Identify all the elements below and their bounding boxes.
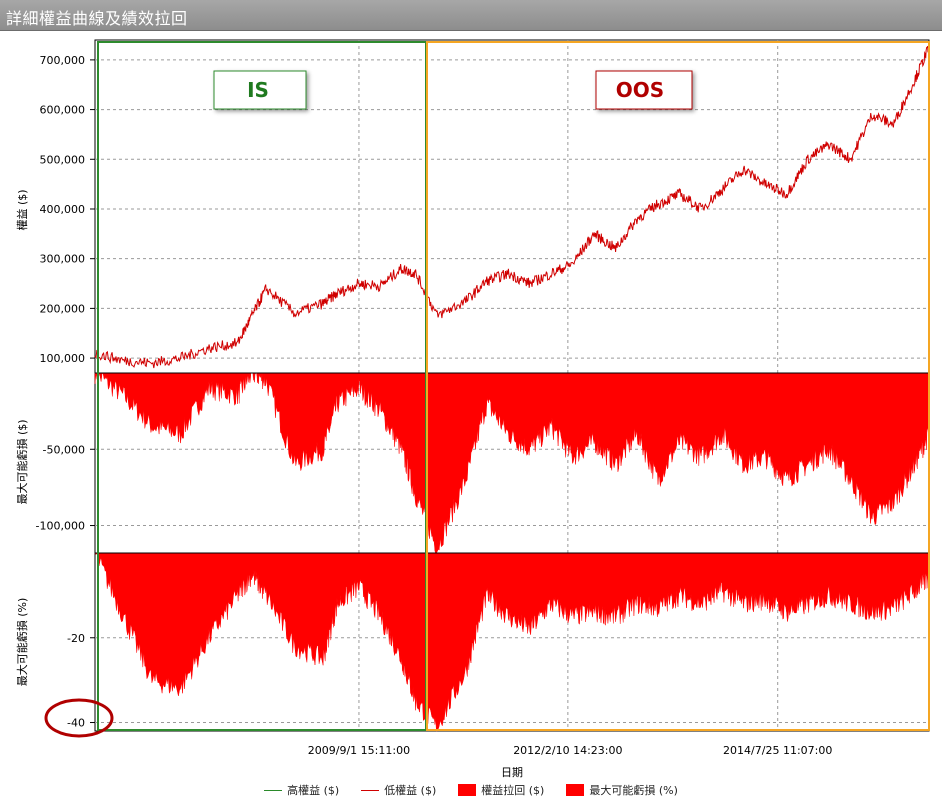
legend-swatch-max-drawdown-pct	[566, 784, 585, 796]
legend-swatch-low-equity	[361, 789, 380, 791]
y-tick-label: -40	[67, 717, 85, 730]
oos-label: OOS	[616, 78, 664, 102]
legend-label-low-equity: 低權益 ($)	[384, 784, 437, 797]
legend-label-high-equity: 高權益 ($)	[287, 784, 340, 797]
y-tick-label: 700,000	[40, 54, 86, 67]
y-tick-label: 200,000	[40, 302, 86, 315]
y-tick-label: 600,000	[40, 104, 86, 117]
legend-swatch-high-equity	[264, 789, 283, 791]
y-tick-label: 400,000	[40, 203, 86, 216]
drawdown-dollar-axis-label: 最大可能虧損 ($)	[15, 419, 29, 504]
x-tick-label: 2014/7/25 11:07:00	[723, 744, 832, 757]
equity-axis-label: 權益 ($)	[15, 189, 29, 230]
legend-item-max-drawdown-pct: 最大可能虧損 (%)	[566, 782, 678, 798]
drawdown-percent-axis-label: 最大可能虧損 (%)	[15, 598, 29, 687]
y-tick-label: -100,000	[36, 520, 85, 533]
legend-item-low-equity: 低權益 ($)	[361, 782, 436, 798]
y-tick-label: 100,000	[40, 352, 86, 365]
legend-swatch-equity-drawdown	[458, 784, 477, 796]
legend-label-equity-drawdown: 權益拉回 ($)	[481, 784, 545, 797]
x-tick-labels: 2009/9/1 15:11:00 2012/2/10 14:23:00 2014/…	[308, 744, 833, 757]
x-tick-label: 2012/2/10 14:23:00	[513, 744, 622, 757]
is-label: IS	[247, 78, 269, 102]
y-tick-label: -20	[67, 632, 85, 645]
y-tick-label: -50,000	[43, 443, 85, 456]
y-tick-labels: 100,000 200,000 300,000 400,000 500,000 600,0…	[36, 54, 95, 730]
legend-item-high-equity: 高權益 ($)	[264, 782, 339, 798]
chart-legend: 高權益 ($) 低權益 ($) 權益拉回 ($) 最大可能虧損 (%)	[0, 780, 942, 800]
equity-drawdown-chart: 100,000 200,000 300,000 400,000 500,000 600,0…	[15, 39, 930, 779]
y-tick-label: 500,000	[40, 153, 86, 166]
legend-item-equity-drawdown: 權益拉回 ($)	[458, 782, 544, 798]
x-tick-label: 2009/9/1 15:11:00	[308, 744, 410, 757]
y-tick-label: 300,000	[40, 253, 86, 266]
x-axis-label: 日期	[501, 766, 523, 779]
legend-label-max-drawdown-pct: 最大可能虧損 (%)	[589, 784, 678, 797]
chart-window: 詳細權益曲線及績效拉回 100,000 200,000 300,000 400,000…	[0, 0, 942, 804]
